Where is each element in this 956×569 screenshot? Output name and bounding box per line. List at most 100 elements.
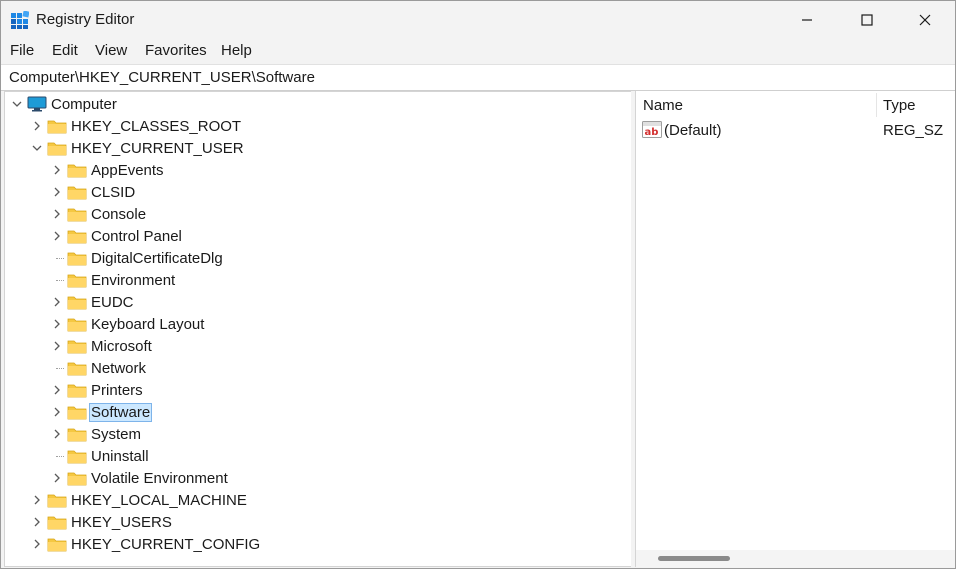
tree-item[interactable]: Environment (5, 269, 605, 291)
tree-item[interactable]: Network (5, 357, 605, 379)
folder-icon (67, 340, 87, 354)
tree-item[interactable]: Computer (5, 93, 605, 115)
tree-item[interactable]: System (5, 423, 605, 445)
tree-item-label: CLSID (91, 184, 136, 201)
column-divider[interactable] (876, 93, 877, 117)
folder-icon (47, 494, 67, 508)
tree-item-label: DigitalCertificateDlg (91, 250, 223, 267)
chevron-right-icon (54, 341, 60, 351)
value-type: REG_SZ (883, 122, 944, 139)
menu-file[interactable]: File (10, 42, 34, 59)
tree-item[interactable]: AppEvents (5, 159, 605, 181)
chevron-right-icon (54, 319, 60, 329)
expand-toggle[interactable] (51, 401, 63, 423)
folder-icon (67, 472, 87, 486)
maximize-button[interactable] (837, 1, 897, 39)
menu-favorites[interactable]: Favorites (145, 42, 207, 59)
folder-icon (67, 428, 87, 442)
scrollbar-thumb[interactable] (658, 556, 730, 561)
tree-item-label: HKEY_LOCAL_MACHINE (71, 492, 247, 509)
folder-icon (67, 406, 87, 420)
tree-item[interactable]: Software (5, 401, 605, 423)
tree-item-label: Computer (51, 96, 117, 113)
tree-item-label: AppEvents (91, 162, 164, 179)
folder-icon (67, 252, 87, 266)
expand-toggle[interactable] (31, 533, 43, 555)
tree-item-label: HKEY_CURRENT_USER (71, 140, 244, 157)
expand-toggle[interactable] (31, 489, 43, 511)
tree-item-label: HKEY_USERS (71, 514, 172, 531)
folder-icon (67, 186, 87, 200)
tree-item[interactable]: HKEY_CLASSES_ROOT (5, 115, 605, 137)
address-path[interactable]: Computer\HKEY_CURRENT_USER\Software (9, 69, 315, 86)
tree-item-label-selected: Software (89, 403, 153, 422)
tree-item[interactable]: Microsoft (5, 335, 605, 357)
tree-item[interactable]: Volatile Environment (5, 467, 605, 489)
chevron-right-icon (34, 539, 40, 549)
expand-toggle[interactable] (51, 159, 63, 181)
expand-toggle[interactable] (31, 511, 43, 533)
folder-icon (47, 516, 67, 530)
tree-item[interactable]: HKEY_CURRENT_CONFIG (5, 533, 605, 555)
folder-icon (67, 274, 87, 288)
key-tree-pane[interactable]: Computer HKEY_CLASSES_ROOT HKEY_CURRENT_US… (4, 91, 632, 567)
tree-item-label: Volatile Environment (91, 470, 228, 487)
expand-toggle[interactable] (51, 335, 63, 357)
close-button[interactable] (895, 1, 955, 39)
expand-toggle[interactable] (51, 379, 63, 401)
tree-item[interactable]: HKEY_LOCAL_MACHINE (5, 489, 605, 511)
expand-toggle[interactable] (51, 313, 63, 335)
address-bar[interactable]: Computer\HKEY_CURRENT_USER\Software (1, 64, 955, 91)
minimize-button[interactable] (777, 1, 837, 39)
tree-item[interactable]: Printers (5, 379, 605, 401)
folder-icon (47, 538, 67, 552)
minimize-icon (802, 19, 812, 21)
tree-item[interactable]: DigitalCertificateDlg (5, 247, 605, 269)
expand-toggle[interactable] (51, 203, 63, 225)
chevron-down-icon (12, 101, 22, 107)
expand-toggle[interactable] (51, 225, 63, 247)
tree-item[interactable]: HKEY_CURRENT_USER (5, 137, 605, 159)
collapse-toggle[interactable] (11, 93, 23, 115)
tree-item-label: Console (91, 206, 147, 223)
folder-icon (67, 384, 87, 398)
value-row[interactable]: ab (Default) REG_SZ (636, 119, 955, 141)
values-list-pane[interactable]: Name Type ab (Default) REG_SZ (635, 91, 955, 567)
computer-icon (27, 96, 47, 112)
tree-item[interactable]: CLSID (5, 181, 605, 203)
tree-item[interactable]: HKEY_USERS (5, 511, 605, 533)
tree-item-label: Keyboard Layout (91, 316, 205, 333)
value-name: (Default) (664, 122, 722, 139)
expand-toggle[interactable] (51, 181, 63, 203)
tree-item[interactable]: Uninstall (5, 445, 605, 467)
tree-item-label: EUDC (91, 294, 134, 311)
tree-connector (56, 280, 64, 281)
tree-item-label: HKEY_CURRENT_CONFIG (71, 536, 261, 553)
menu-edit[interactable]: Edit (52, 42, 78, 59)
tree-item[interactable]: Control Panel (5, 225, 605, 247)
title-bar[interactable]: Registry Editor (1, 1, 955, 39)
horizontal-scrollbar[interactable] (636, 550, 955, 567)
chevron-right-icon (54, 297, 60, 307)
window-title: Registry Editor (36, 11, 135, 28)
tree-item-label: Printers (91, 382, 143, 399)
chevron-right-icon (54, 429, 60, 439)
folder-icon (67, 208, 87, 222)
expand-toggle[interactable] (51, 467, 63, 489)
tree-item[interactable]: Console (5, 203, 605, 225)
collapse-toggle[interactable] (31, 137, 43, 159)
registry-editor-window: Registry Editor File Edit View Favorites… (0, 0, 956, 569)
expand-toggle[interactable] (31, 115, 43, 137)
string-value-icon: ab (642, 121, 662, 138)
expand-toggle[interactable] (51, 291, 63, 313)
tree-item[interactable]: EUDC (5, 291, 605, 313)
tree-connector (56, 368, 64, 369)
menu-view[interactable]: View (95, 42, 127, 59)
chevron-right-icon (54, 473, 60, 483)
tree-item-label: Microsoft (91, 338, 152, 355)
column-header-type[interactable]: Type (883, 97, 916, 114)
menu-help[interactable]: Help (221, 42, 252, 59)
column-header-name[interactable]: Name (643, 97, 683, 114)
tree-item[interactable]: Keyboard Layout (5, 313, 605, 335)
expand-toggle[interactable] (51, 423, 63, 445)
